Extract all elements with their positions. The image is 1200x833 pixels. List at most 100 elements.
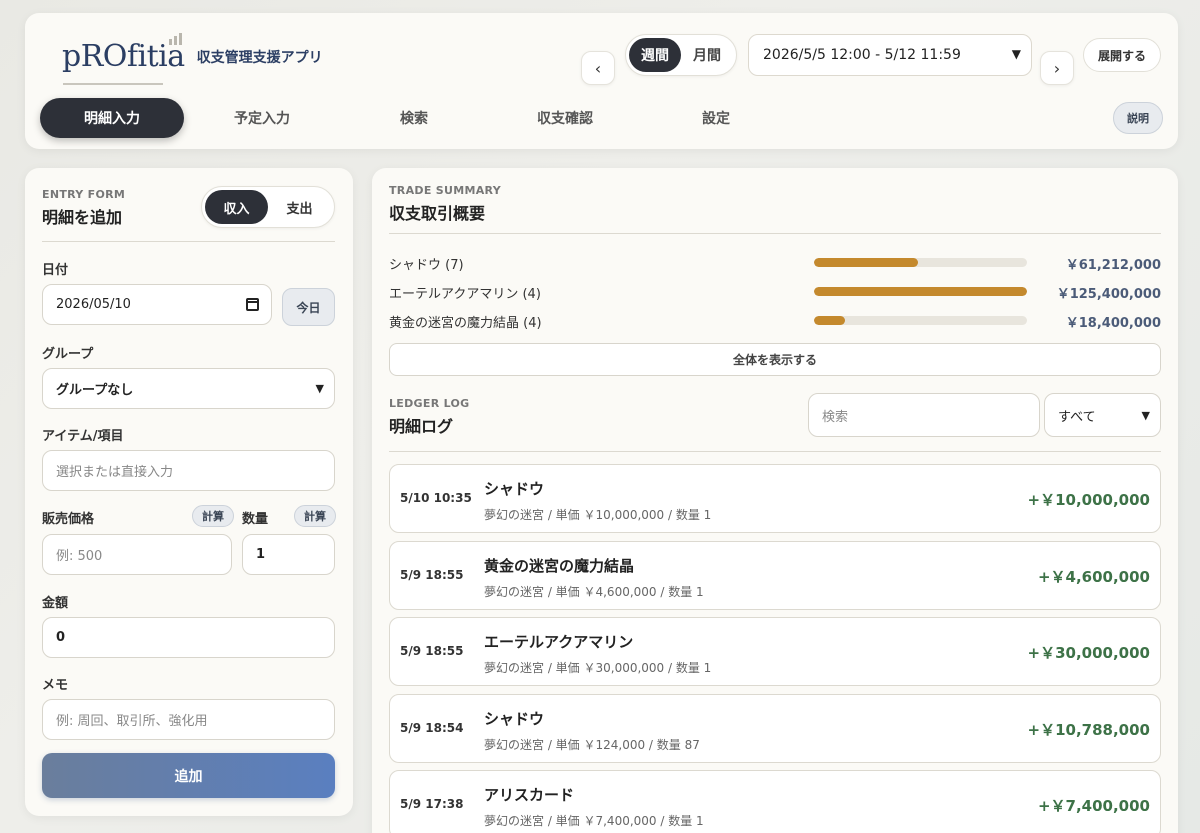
chevron-right-icon: › xyxy=(1053,58,1061,78)
expense-toggle[interactable]: 支出 xyxy=(268,190,331,224)
amount-input[interactable]: 0 xyxy=(42,617,335,658)
ledger-item-amount: +￥10,788,000 xyxy=(1027,720,1150,739)
date-field[interactable]: 2026/05/10 xyxy=(42,284,272,325)
summary-title: 収支取引概要 xyxy=(389,204,486,223)
today-button[interactable]: 今日 xyxy=(282,288,335,326)
entry-form-card: ENTRY FORM 明細を追加 収入 支出 日付 2026/05/10 今日 … xyxy=(25,168,353,816)
summary-row: エーテルアクアマリン (4) ￥125,400,000 xyxy=(389,281,1161,302)
app-header: pROfitia 収支管理支援アプリ ‹ 週間 月間 2026/5/5 12:0… xyxy=(25,13,1178,149)
ledger-item-time: 5/9 18:55 xyxy=(400,567,464,582)
ledger-item-time: 5/9 18:55 xyxy=(400,644,464,658)
ledger-item-amount: +￥30,000,000 xyxy=(1027,644,1150,662)
ledger-item-detail: 夢幻の迷宮 / 単価 ￥7,400,000 / 数量 1 xyxy=(484,814,704,828)
date-label: 日付 xyxy=(42,263,69,278)
memo-placeholder: 例: 周回、取引所、強化用 xyxy=(56,714,208,729)
ledger-item-detail: 夢幻の迷宮 / 単価 ￥124,000 / 数量 87 xyxy=(484,737,700,752)
summary-row-bar-fill xyxy=(814,258,918,267)
group-value: グループなし xyxy=(56,383,134,398)
filter-value: すべて xyxy=(1058,409,1096,425)
ledger-item-name: 黄金の迷宮の魔力結晶 xyxy=(484,556,635,575)
ledger-item-amount: +￥10,000,000 xyxy=(1027,491,1150,509)
summary-row-amount: ￥125,400,000 xyxy=(1056,287,1161,302)
ledger-item-detail: 夢幻の迷宮 / 単価 ￥30,000,000 / 数量 1 xyxy=(484,661,712,675)
tab-balance[interactable]: 収支確認 xyxy=(493,98,637,138)
summary-ledger-card: TRADE SUMMARY 収支取引概要 シャドウ (7) ￥61,212,000… xyxy=(372,168,1178,833)
group-select[interactable]: グループなし ▼ xyxy=(42,368,335,409)
summary-row-bar xyxy=(814,287,1027,296)
add-button[interactable]: 追加 xyxy=(42,753,335,798)
expand-button[interactable]: 展開する xyxy=(1083,38,1161,72)
summary-eyebrow: TRADE SUMMARY xyxy=(389,184,501,197)
summary-row-name: エーテルアクアマリン (4) xyxy=(389,287,541,302)
group-label: グループ xyxy=(42,347,94,362)
entry-form-eyebrow: ENTRY FORM xyxy=(42,188,126,201)
ledger-item-amount: +￥7,400,000 xyxy=(1037,797,1150,815)
entry-form-title: 明細を追加 xyxy=(42,208,123,227)
item-label: アイテム/項目 xyxy=(42,429,124,444)
prev-period-button[interactable]: ‹ xyxy=(581,51,615,85)
ledger-search-input[interactable]: 検索 xyxy=(808,393,1040,437)
summary-row-bar xyxy=(814,258,1027,267)
logo-subtitle: 収支管理支援アプリ xyxy=(196,50,323,66)
period-month-tab[interactable]: 月間 xyxy=(681,38,733,72)
chevron-down-icon: ▼ xyxy=(1141,408,1150,422)
period-week-tab[interactable]: 週間 xyxy=(629,38,681,72)
range-value: 2026/5/5 12:00 - 5/12 11:59 xyxy=(763,47,961,63)
period-toggle: 週間 月間 xyxy=(625,34,737,76)
ledger-item-name: アリスカード xyxy=(484,786,575,804)
item-placeholder: 選択または直接入力 xyxy=(56,465,174,480)
app-logo: pROfitia 収支管理支援アプリ xyxy=(62,33,323,75)
ledger-item-detail: 夢幻の迷宮 / 単価 ￥10,000,000 / 数量 1 xyxy=(484,508,712,522)
date-value: 2026/05/10 xyxy=(56,297,131,312)
ledger-item-name: シャドウ xyxy=(484,709,545,728)
show-all-button[interactable]: 全体を表示する xyxy=(389,343,1161,376)
ledger-item-name: エーテルアクアマリン xyxy=(484,633,634,651)
memo-label: メモ xyxy=(42,678,69,693)
amount-value: 0 xyxy=(56,630,66,645)
income-expense-toggle: 収入 支出 xyxy=(201,186,335,228)
summary-row-name: 黄金の迷宮の魔力結晶 (4) xyxy=(389,316,542,331)
ledger-item[interactable]: 5/9 18:54 シャドウ 夢幻の迷宮 / 単価 ￥124,000 / 数量 87… xyxy=(389,693,1161,763)
tab-entry[interactable]: 明細入力 xyxy=(40,98,184,138)
ledger-item[interactable]: 5/9 18:55 黄金の迷宮の魔力結晶 夢幻の迷宮 / 単価 ￥4,600,000… xyxy=(389,540,1161,610)
ledger-item[interactable]: 5/10 10:35 シャドウ 夢幻の迷宮 / 単価 ￥10,000,000 / 数… xyxy=(389,464,1161,533)
summary-row-bar-fill xyxy=(814,287,1027,296)
amount-label: 金額 xyxy=(42,596,69,611)
logo-underline xyxy=(63,83,163,85)
ledger-eyebrow: LEDGER LOG xyxy=(389,397,470,410)
price-calc-button[interactable]: 計算 xyxy=(192,505,234,527)
chevron-down-icon: ▼ xyxy=(1011,47,1021,61)
price-label: 販売価格 xyxy=(42,512,95,527)
summary-row-name: シャドウ (7) xyxy=(389,258,464,273)
ledger-item-time: 5/9 17:38 xyxy=(400,797,464,811)
summary-row-amount: ￥61,212,000 xyxy=(1065,258,1161,273)
help-button[interactable]: 説明 xyxy=(1113,102,1163,134)
ledger-item[interactable]: 5/9 17:38 アリスカード夢幻の迷宮 / 単価 ￥7,400,000 / 数… xyxy=(389,770,1161,833)
ledger-filter-select[interactable]: すべて ▼ xyxy=(1044,393,1161,437)
qty-calc-button[interactable]: 計算 xyxy=(294,505,336,527)
tab-settings[interactable]: 設定 xyxy=(644,98,788,138)
search-placeholder: 検索 xyxy=(822,409,849,425)
memo-input[interactable]: 例: 周回、取引所、強化用 xyxy=(42,699,335,740)
summary-divider xyxy=(389,233,1161,234)
ledger-title: 明細ログ xyxy=(389,417,454,436)
range-select[interactable]: 2026/5/5 12:00 - 5/12 11:59 ▼ xyxy=(748,34,1032,76)
calendar-icon[interactable] xyxy=(246,298,259,311)
qty-input[interactable]: 1 xyxy=(242,534,335,575)
qty-label: 数量 xyxy=(242,512,269,527)
summary-row-amount: ￥18,400,000 xyxy=(1065,316,1161,331)
tab-schedule[interactable]: 予定入力 xyxy=(190,98,334,138)
next-period-button[interactable]: › xyxy=(1040,51,1074,85)
ledger-header: LEDGER LOG 明細ログ xyxy=(389,397,470,437)
chevron-left-icon: ‹ xyxy=(594,58,602,78)
form-divider xyxy=(42,241,335,242)
income-toggle[interactable]: 収入 xyxy=(205,190,268,224)
ledger-item-name: シャドウ xyxy=(484,480,545,498)
summary-row: 黄金の迷宮の魔力結晶 (4) ￥18,400,000 xyxy=(389,310,1161,331)
tab-search[interactable]: 検索 xyxy=(342,98,486,138)
item-input[interactable]: 選択または直接入力 xyxy=(42,450,335,491)
price-input[interactable]: 例: 500 xyxy=(42,534,232,575)
ledger-item[interactable]: 5/9 18:55 エーテルアクアマリン夢幻の迷宮 / 単価 ￥30,000,00… xyxy=(389,617,1161,686)
summary-row-bar-fill xyxy=(814,316,846,325)
summary-row: シャドウ (7) ￥61,212,000 xyxy=(389,252,1161,273)
